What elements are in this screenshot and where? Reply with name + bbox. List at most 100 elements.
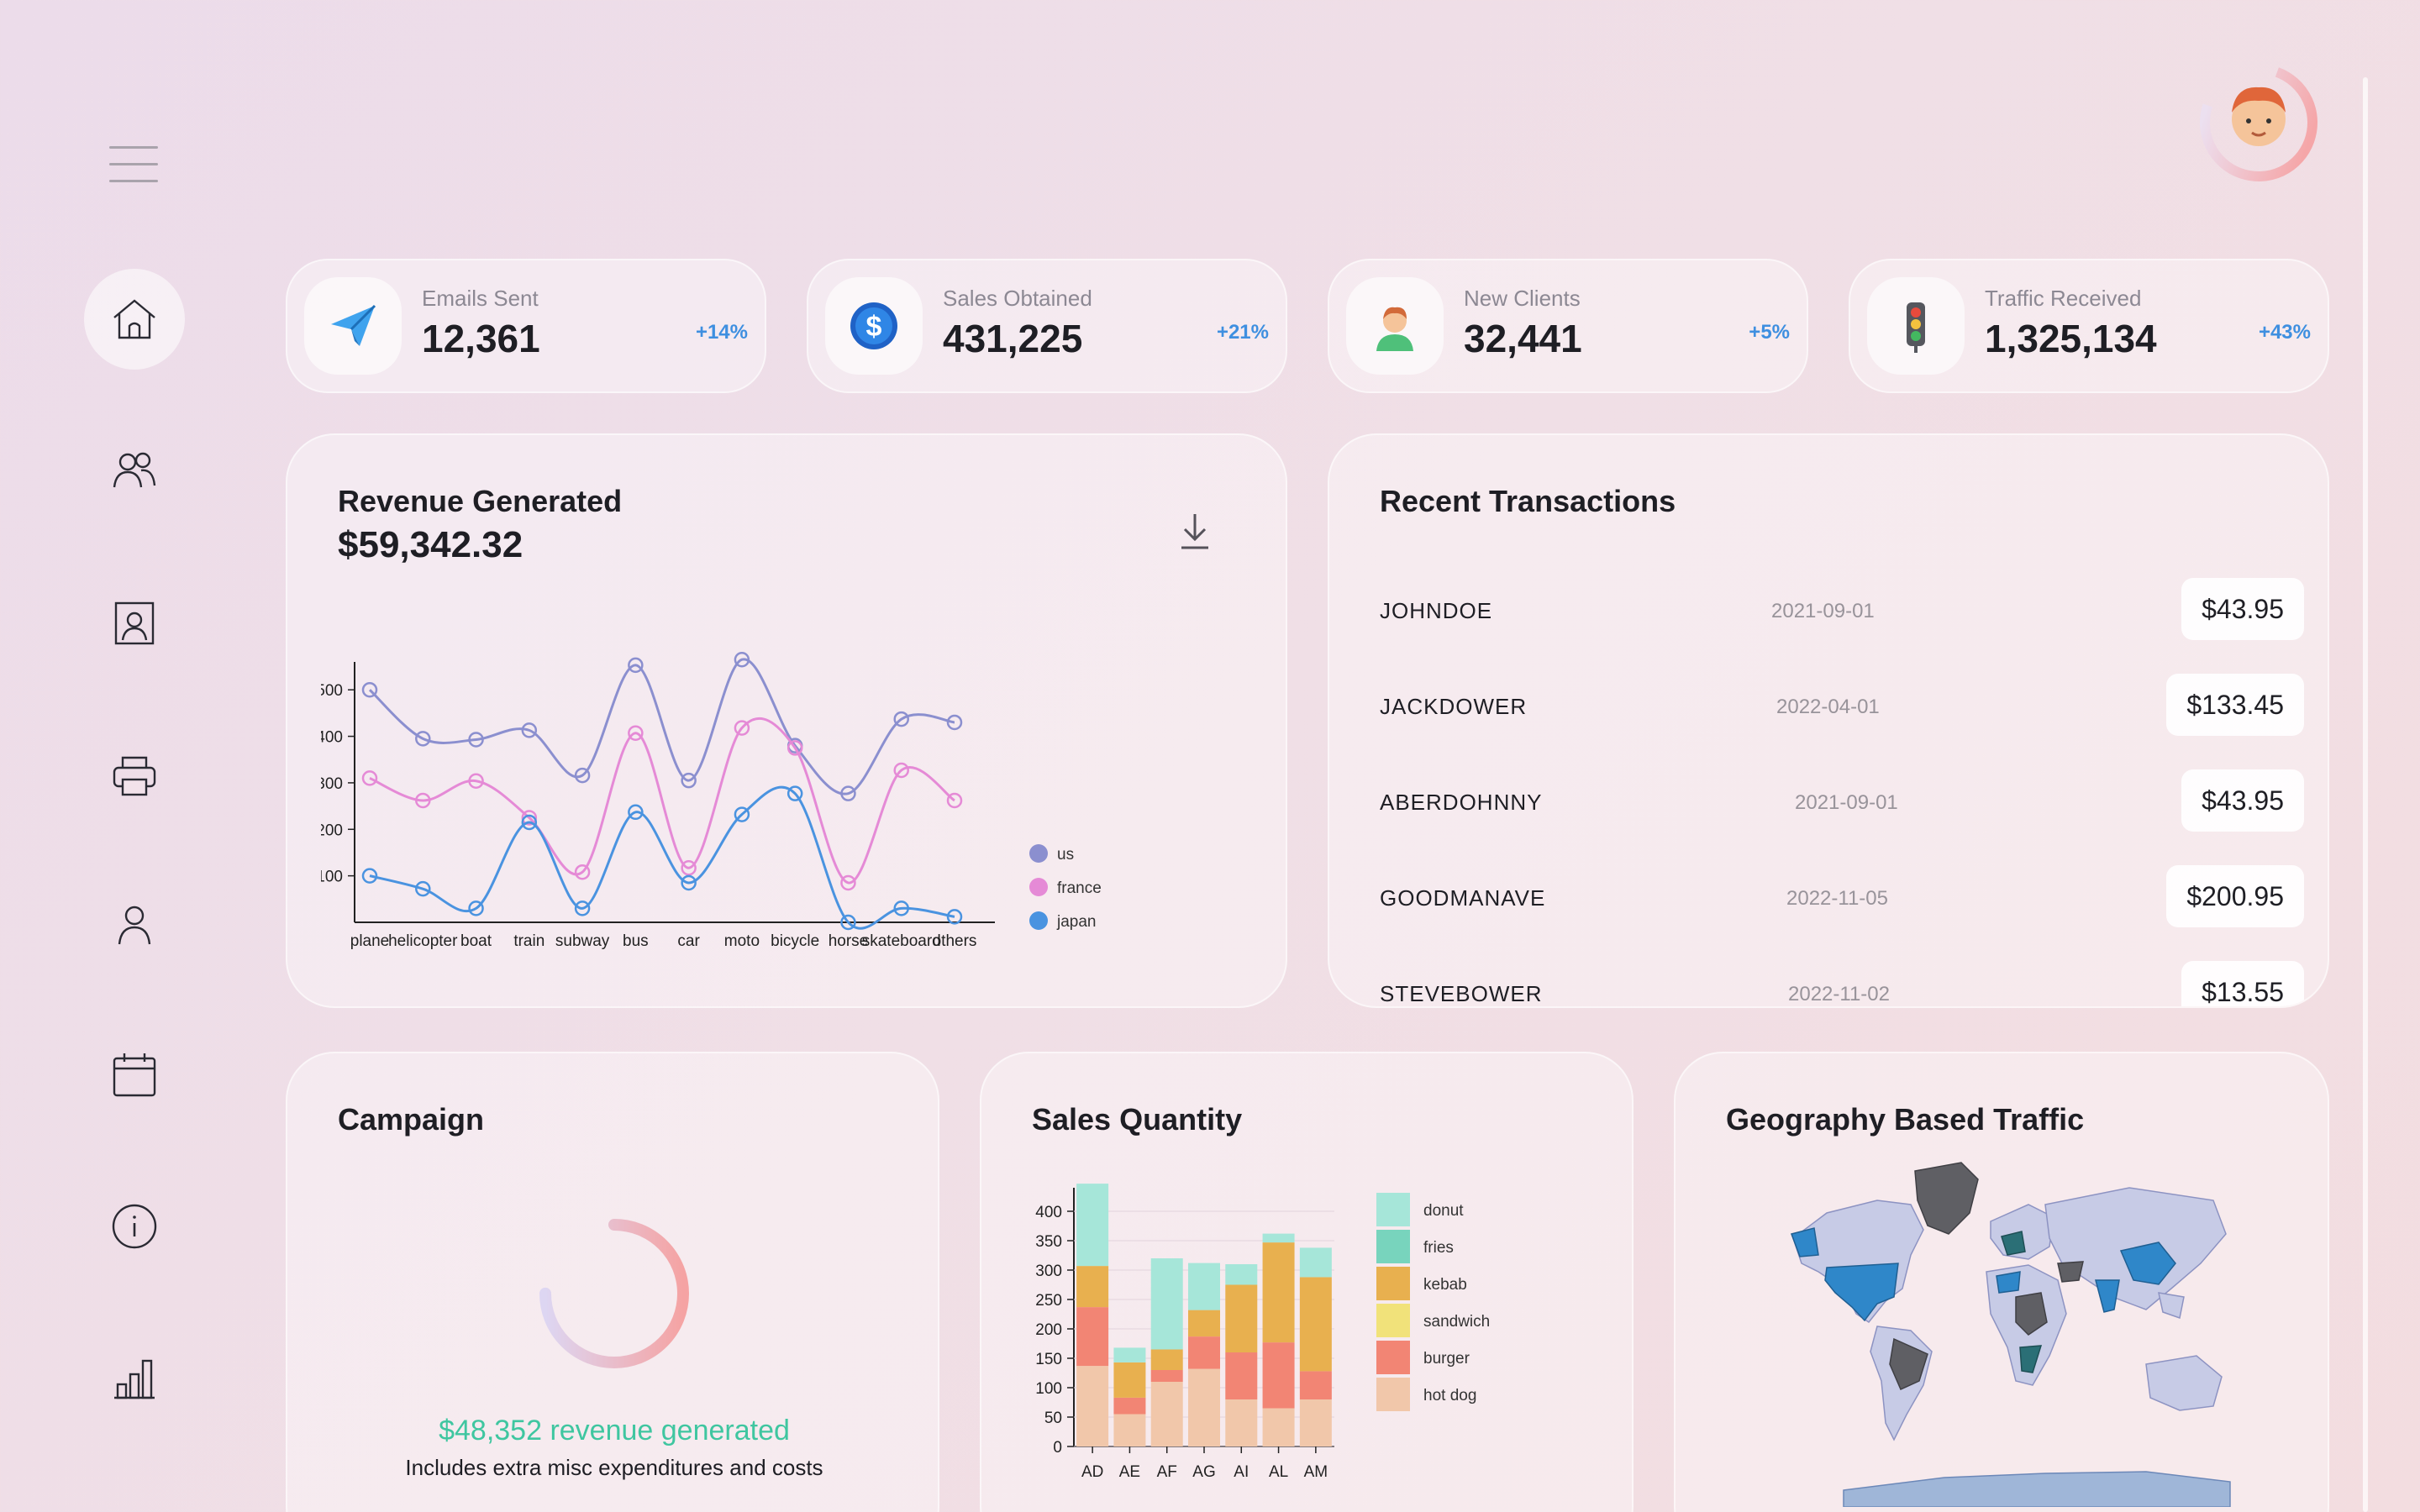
world-map[interactable] <box>1776 1154 2247 1507</box>
x-tick-label: AG <box>1192 1463 1215 1481</box>
revenue-card: Revenue Generated $59,342.32 100 200 300 40… <box>286 433 1287 1008</box>
bar-segment-donut <box>1299 1247 1332 1278</box>
bar-segment-kebab <box>1150 1349 1183 1370</box>
home-icon <box>113 299 155 339</box>
y-tick-label: 0 <box>1053 1439 1062 1457</box>
download-button[interactable] <box>1170 506 1220 556</box>
map-region-australia <box>2145 1355 2223 1411</box>
legend-label-japan: japan <box>1056 913 1097 931</box>
bar-segment-hot-dog <box>1188 1368 1220 1446</box>
transaction-row[interactable]: STEVEBOWER 2022-11-02 $13.55 <box>1380 961 2304 1006</box>
bar-segment-burger <box>1262 1342 1295 1409</box>
legend-label-us: us <box>1057 846 1074 864</box>
transaction-date: 2021-09-01 <box>1795 791 1898 814</box>
y-tick-label: 50 <box>1044 1410 1062 1427</box>
avatar <box>2200 64 2317 181</box>
page-scrollbar[interactable] <box>2363 77 2368 1512</box>
legend-label-hot-dog: hot dog <box>1423 1387 1476 1404</box>
legend-label-kebab: kebab <box>1423 1276 1467 1294</box>
y-tick-label: 400 <box>321 729 343 747</box>
transaction-amount: $43.95 <box>2181 578 2304 640</box>
data-point-france <box>946 792 963 809</box>
transaction-amount: $43.95 <box>2181 769 2304 832</box>
stat-change: +21% <box>1216 321 1269 344</box>
campaign-title: Campaign <box>338 1102 485 1137</box>
transaction-row[interactable]: ABERDOHNNY 2021-09-01 $43.95 <box>1380 769 2304 832</box>
campaign-note: Includes extra misc expenditures and cos… <box>405 1455 823 1480</box>
legend-swatch-sandwich <box>1376 1304 1410 1337</box>
x-tick-label: AL <box>1269 1463 1288 1481</box>
x-tick-label: others <box>933 932 977 950</box>
transaction-row[interactable]: JOHNDOE 2021-09-01 $43.95 <box>1380 578 2304 640</box>
series-line-us <box>368 658 955 795</box>
legend-swatch-donut <box>1376 1193 1410 1226</box>
transaction-name: JOHNDOE <box>1380 598 1493 623</box>
transaction-name: STEVEBOWER <box>1380 981 1543 1006</box>
sales-quantity-bar-chart: 0 50 100 150 200 250 300 350 400 AD AE AF AG AI AL AM do… <box>1035 1184 1490 1481</box>
map-region-southeast-asia <box>2158 1292 2185 1319</box>
x-tick-label: bus <box>623 932 649 950</box>
transaction-name: ABERDOHNNY <box>1380 790 1543 815</box>
bar-segment-donut <box>1113 1347 1146 1362</box>
y-tick-label: 400 <box>1035 1204 1062 1221</box>
transactions-title: Recent Transactions <box>1380 484 1676 518</box>
bar-segment-burger <box>1225 1352 1258 1399</box>
y-tick-label: 350 <box>1035 1233 1062 1251</box>
x-tick-label: AD <box>1081 1463 1103 1481</box>
transaction-name: JACKDOWER <box>1380 694 1528 719</box>
y-tick-label: 500 <box>321 682 343 700</box>
sales-quantity-card: Sales Quantity 0 50 100 150 200 250 300 350 400 A… <box>980 1052 1634 1512</box>
paper-plane-icon <box>304 277 402 375</box>
transaction-amount: $200.95 <box>2166 865 2304 927</box>
bar-segment-donut <box>1150 1258 1183 1350</box>
sidebar-item-faq[interactable] <box>84 1176 185 1277</box>
campaign-progress-ring <box>539 1219 689 1368</box>
menu-line <box>109 180 158 182</box>
y-tick-label: 150 <box>1035 1351 1062 1368</box>
menu-toggle-button[interactable] <box>109 146 158 185</box>
transaction-row[interactable]: GOODMANAVE 2022-11-05 $200.95 <box>1380 865 2304 927</box>
y-tick-label: 300 <box>321 775 343 793</box>
transaction-date: 2022-11-02 <box>1788 983 1890 1005</box>
dollar-coin-icon: $ <box>825 277 923 375</box>
x-tick-label: helicopter <box>388 932 458 950</box>
legend-label-fries: fries <box>1423 1239 1454 1257</box>
stat-label: Traffic Received <box>1985 286 2142 311</box>
y-tick-label: 200 <box>1035 1321 1062 1339</box>
legend-marker-france <box>1029 878 1048 896</box>
bar-segment-hot-dog <box>1076 1366 1109 1446</box>
transaction-name: GOODMANAVE <box>1380 885 1546 911</box>
profile-avatar-button[interactable] <box>2196 60 2321 185</box>
sidebar-item-charts[interactable] <box>84 1327 185 1428</box>
sidebar-item-invoices[interactable] <box>84 724 185 825</box>
legend-swatch-burger <box>1376 1341 1410 1374</box>
x-tick-label: AM <box>1304 1463 1328 1481</box>
sidebar-item-profile[interactable] <box>84 874 185 974</box>
transaction-row[interactable]: JACKDOWER 2022-04-01 $133.45 <box>1380 674 2304 736</box>
download-icon <box>1181 514 1208 549</box>
bar-segment-burger <box>1299 1371 1332 1399</box>
campaign-progress-arc <box>539 1219 689 1368</box>
printer-icon <box>113 756 156 796</box>
stat-label: New Clients <box>1464 286 1581 311</box>
menu-line <box>109 163 158 165</box>
stat-value: 431,225 <box>943 317 1083 360</box>
bar-segment-burger <box>1150 1370 1183 1382</box>
sidebar-item-team[interactable] <box>84 420 185 521</box>
bar-segment-kebab <box>1113 1362 1146 1398</box>
legend-swatch-kebab <box>1376 1267 1410 1300</box>
sidebar-item-home[interactable] <box>84 269 185 370</box>
bar-segment-donut <box>1188 1263 1220 1310</box>
legend-swatch-fries <box>1376 1230 1410 1263</box>
x-tick-label: skateboard <box>862 932 941 950</box>
sidebar-item-contacts[interactable] <box>84 573 185 674</box>
y-tick-label: 300 <box>1035 1263 1062 1280</box>
legend-label-donut: donut <box>1423 1202 1464 1220</box>
transaction-date: 2022-11-05 <box>1786 887 1888 910</box>
sidebar-item-calendar[interactable] <box>84 1025 185 1126</box>
transaction-amount: $13.55 <box>2181 961 2304 1006</box>
stat-change: +14% <box>695 321 748 344</box>
bar-segment-donut <box>1225 1264 1258 1285</box>
legend-label-sandwich: sandwich <box>1423 1313 1490 1331</box>
data-point-france <box>361 770 378 786</box>
